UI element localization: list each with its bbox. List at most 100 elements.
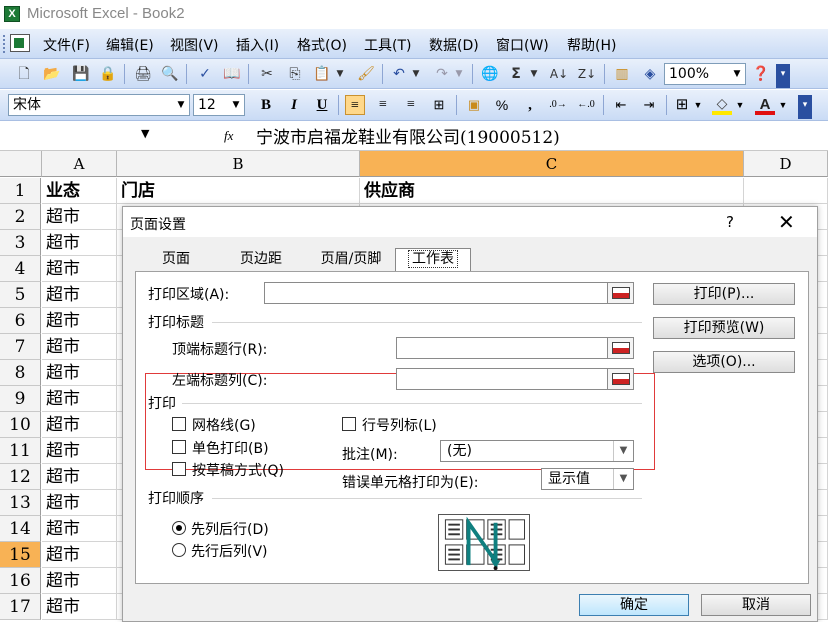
menu-tools[interactable]: 工具(T) [364, 35, 411, 55]
cell[interactable]: 超市 [42, 542, 117, 568]
cell[interactable]: 超市 [42, 204, 117, 230]
chevron-down-icon[interactable]: ▼ [141, 127, 149, 140]
sort-ascending-icon[interactable]: A↓ [549, 64, 569, 84]
help-icon[interactable]: ? [726, 213, 734, 231]
over-then-down-radio[interactable] [172, 543, 186, 557]
tab-margins[interactable]: 页边距 [221, 249, 301, 271]
close-icon[interactable]: ✕ [778, 210, 795, 234]
redo-icon[interactable]: ↷ [432, 64, 452, 84]
menu-help[interactable]: 帮助(H) [567, 35, 616, 55]
cell[interactable]: 超市 [42, 230, 117, 256]
top-rows-input[interactable] [396, 337, 634, 359]
comma-style-button[interactable]: , [520, 95, 540, 115]
insert-function-icon[interactable]: fx [224, 128, 233, 144]
down-then-over-radio[interactable] [172, 521, 186, 535]
cell[interactable]: 超市 [42, 568, 117, 594]
row-header[interactable]: 13 [0, 490, 41, 516]
tab-header-footer[interactable]: 页眉/页脚 [305, 249, 397, 271]
chart-wizard-icon[interactable]: ▥ [612, 64, 632, 84]
draft-checkbox[interactable] [172, 462, 186, 476]
cut-icon[interactable]: ✂ [257, 64, 277, 84]
paste-dropdown-icon[interactable]: ▼ [334, 64, 346, 84]
currency-icon[interactable]: ▣ [464, 95, 484, 115]
row-header[interactable]: 7 [0, 334, 41, 360]
autosum-icon[interactable]: Σ [506, 64, 526, 84]
row-header[interactable]: 6 [0, 308, 41, 334]
options-button[interactable]: 选项(O)... [653, 351, 795, 373]
chevron-down-icon[interactable]: ▼ [613, 469, 633, 489]
column-header[interactable]: D [744, 151, 828, 177]
row-header[interactable]: 9 [0, 386, 41, 412]
new-icon[interactable]: 🗋 [14, 64, 34, 84]
print-preview-button[interactable]: 打印预览(W) [653, 317, 795, 339]
menu-insert[interactable]: 插入(I) [236, 35, 279, 55]
decrease-decimal-icon[interactable]: ←.0 [576, 95, 596, 115]
copy-icon[interactable]: ⎘ [285, 64, 305, 84]
paste-icon[interactable]: 📋 [312, 64, 332, 84]
row-header[interactable]: 8 [0, 360, 41, 386]
print-button[interactable]: 打印(P)... [653, 283, 795, 305]
font-color-dropdown-icon[interactable]: ▼ [777, 95, 789, 115]
row-header[interactable]: 2 [0, 204, 41, 230]
toolbar-grip[interactable] [3, 35, 6, 53]
align-center-icon[interactable]: ≡ [373, 95, 393, 115]
cell[interactable]: 超市 [42, 360, 117, 386]
row-header[interactable]: 3 [0, 230, 41, 256]
mono-checkbox[interactable] [172, 440, 186, 454]
row-header[interactable]: 16 [0, 568, 41, 594]
underline-button[interactable]: U [312, 95, 332, 115]
print-icon[interactable]: 🖨 [133, 64, 153, 84]
cell[interactable]: 超市 [42, 282, 117, 308]
cell[interactable]: 超市 [42, 412, 117, 438]
redo-dropdown-icon[interactable]: ▼ [453, 64, 465, 84]
row-header[interactable]: 15 [0, 542, 41, 568]
drawing-icon[interactable]: ◈ [640, 64, 660, 84]
increase-indent-icon[interactable]: ⇥ [639, 95, 659, 115]
cell[interactable]: 超市 [42, 464, 117, 490]
draft-label[interactable]: 按草稿方式(Q) [192, 460, 284, 480]
gridlines-label[interactable]: 网格线(G) [192, 415, 256, 435]
cell[interactable]: 超市 [42, 594, 117, 620]
font-color-button[interactable]: A [755, 95, 775, 115]
column-header[interactable]: A [42, 151, 117, 177]
row-header[interactable]: 11 [0, 438, 41, 464]
format-painter-icon[interactable]: 🖌 [356, 64, 376, 84]
cell[interactable] [744, 178, 828, 204]
ok-button[interactable]: 确定 [579, 594, 689, 616]
research-icon[interactable]: 📖 [222, 64, 242, 84]
align-left-icon[interactable]: ≡ [345, 95, 365, 115]
errors-select[interactable]: 显示值 ▼ [541, 468, 634, 490]
increase-decimal-icon[interactable]: .0→ [548, 95, 568, 115]
merge-center-icon[interactable]: ⊞ [429, 95, 449, 115]
align-right-icon[interactable]: ≡ [401, 95, 421, 115]
cell[interactable]: 超市 [42, 438, 117, 464]
hyperlink-icon[interactable]: 🌐 [480, 64, 500, 84]
decrease-indent-icon[interactable]: ⇤ [611, 95, 631, 115]
toolbar-options-icon[interactable]: ▾ [776, 64, 790, 88]
fill-color-icon[interactable]: ◇ [712, 95, 732, 115]
cancel-button[interactable]: 取消 [701, 594, 811, 616]
menu-view[interactable]: 视图(V) [170, 35, 219, 55]
column-header[interactable]: B [117, 151, 360, 177]
row-header[interactable]: 1 [0, 178, 41, 204]
chevron-down-icon[interactable]: ▼ [228, 95, 244, 115]
range-picker-icon[interactable] [607, 338, 633, 358]
row-header[interactable]: 12 [0, 464, 41, 490]
cell[interactable]: 业态 [42, 178, 117, 204]
menu-window[interactable]: 窗口(W) [496, 35, 549, 55]
cell[interactable]: 超市 [42, 386, 117, 412]
row-header[interactable]: 5 [0, 282, 41, 308]
workbook-icon[interactable] [10, 34, 30, 52]
spelling-icon[interactable]: ✓ [195, 64, 215, 84]
tab-sheet[interactable]: 工作表 [395, 248, 471, 271]
cell[interactable]: 超市 [42, 308, 117, 334]
column-header[interactable]: C [360, 151, 744, 177]
print-area-input[interactable] [264, 282, 634, 304]
comments-select[interactable]: (无) ▼ [440, 440, 634, 462]
sort-descending-icon[interactable]: Z↓ [577, 64, 597, 84]
print-preview-icon[interactable]: 🔍 [160, 64, 180, 84]
zoom-combo[interactable]: 100% ▼ [664, 63, 746, 85]
formula-input[interactable]: 宁波市启福龙鞋业有限公司(19000512) [256, 123, 560, 148]
font-name-combo[interactable]: 宋体 ▼ [8, 94, 190, 116]
tab-page[interactable]: 页面 [141, 249, 211, 271]
